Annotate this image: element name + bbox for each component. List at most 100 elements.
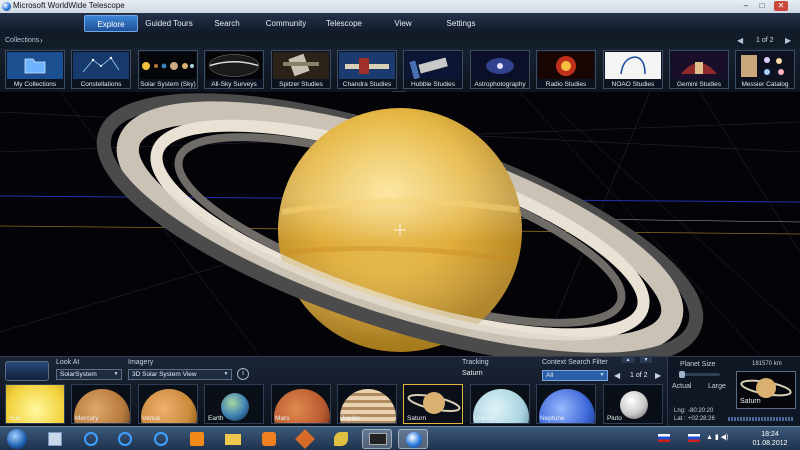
collection-solar-system[interactable]: Solar System (Sky) [138,50,198,89]
all-sky-icon [206,52,262,79]
collection-label: Constellations [80,81,122,88]
planets-prev-button[interactable]: ◀ [614,371,620,380]
collection-label: Hubble Studies [410,81,456,88]
expand-up-icon[interactable]: ▲ [622,357,634,363]
asrock-icon[interactable] [362,429,392,449]
media-player-icon[interactable] [254,429,284,449]
tab-view[interactable]: View [384,15,422,32]
collection-chandra-studies[interactable]: Chandra Studies [337,50,397,89]
tool-icon[interactable] [290,429,320,449]
context-window-toggle-button[interactable] [5,361,49,381]
collection-hubble-studies[interactable]: Hubble Studies [403,50,463,89]
wwt-icon[interactable] [398,429,428,449]
paint-icon[interactable] [326,429,356,449]
lng-value: -80:20:20 [688,408,714,414]
earth-icon [221,393,249,421]
collection-constellations[interactable]: Constellations [71,50,131,89]
planet-venus[interactable]: Venus [138,384,198,424]
tab-telescope[interactable]: Telescope [318,15,370,32]
planet-mercury[interactable]: Mercury [71,384,131,424]
planet-label: Sun [9,415,21,422]
lat-label: Lat : [674,416,686,422]
planet-label: Mercury [75,415,99,422]
ie-icon[interactable] [146,429,176,449]
lat-value: +02:28:26 [688,416,715,422]
language-flag-icon[interactable] [658,434,670,442]
planet-label: Mars [275,415,290,422]
tab-community[interactable]: Community [262,15,310,32]
collection-label: NOAO Studies [611,81,655,88]
large-label: Large [708,383,726,390]
tab-guided-tours[interactable]: Guided Tours [140,15,198,32]
chevron-down-icon: ▼ [599,372,605,378]
astrophotography-icon [472,52,528,79]
radio-icon [538,52,594,79]
collections-bar: Collections › ◀ 1 of 2 ▶ [0,34,800,48]
info-icon[interactable]: i [237,368,249,380]
tracking-value: Saturn [462,370,483,377]
collection-label: All-Sky Surveys [211,81,257,88]
lng-label: Lng: [674,408,686,414]
imagery-dropdown[interactable]: 3D Solar System View ▼ [128,369,232,380]
collection-radio-studies[interactable]: Radio Studies [536,50,596,89]
collection-label: Gemini Studies [676,81,722,88]
planet-saturn[interactable]: Saturn [403,384,463,424]
spitzer-icon [273,52,329,79]
planet-info-panel: Planet Size 181570 km Actual Large Lng: … [667,357,800,426]
odnoklassniki-icon[interactable] [182,429,212,449]
planet-size-label: Planet Size [680,361,716,368]
tab-search[interactable]: Search [204,15,250,32]
planet-sun[interactable]: Sun [5,384,65,424]
maximize-button[interactable]: □ [756,1,768,11]
collections-prev-button[interactable]: ◀ [737,36,743,45]
tray-icons[interactable]: ▲ ▮ ◀) [706,433,728,441]
planet-earth[interactable]: Earth [204,384,264,424]
planet-jupiter[interactable]: Jupiter [337,384,397,424]
collection-label: My Collections [13,81,57,88]
actual-label: Actual [672,383,692,390]
tab-settings[interactable]: Settings [438,15,484,32]
clock[interactable]: 18:24 01.08.2012 [744,430,796,448]
planet-size-slider[interactable] [679,371,720,378]
planets-next-button[interactable]: ▶ [655,371,661,380]
sky-view[interactable] [0,92,800,356]
look-at-label: Look At [56,359,80,366]
tracking-label: Tracking [462,359,489,366]
planet-label: Neptune [540,415,565,422]
slider-thumb[interactable] [679,371,685,378]
planet-pluto[interactable]: Pluto [603,384,663,424]
tab-explore[interactable]: Explore [84,15,138,32]
explorer-icon[interactable] [40,429,70,449]
collection-my-collections[interactable]: My Collections [5,50,65,89]
noao-icon [605,52,661,79]
planet-mars[interactable]: Mars [271,384,331,424]
preview-label: Saturn [740,398,761,405]
planet-neptune[interactable]: Neptune [536,384,596,424]
folder-icon[interactable] [218,429,248,449]
pluto-icon [620,391,648,419]
collection-messier-catalog[interactable]: Messier Catalog [735,50,795,89]
collection-astrophotography[interactable]: Astrophotography [470,50,530,89]
planets-page-indicator: 1 of 2 [630,372,648,379]
collection-all-sky-surveys[interactable]: All-Sky Surveys [204,50,264,89]
collection-noao-studies[interactable]: NOAO Studies [603,50,663,89]
close-button[interactable]: ✕ [774,1,788,11]
collection-label: Astrophotography [474,81,526,88]
collections-chevron-icon[interactable]: › [40,36,43,45]
look-at-dropdown[interactable]: SolarSystem ▼ [56,369,122,380]
planet-uranus[interactable]: Uranus [470,384,530,424]
expand-down-icon[interactable]: ▼ [640,357,652,363]
minimize-button[interactable]: – [740,1,752,11]
start-button[interactable] [2,429,32,449]
context-filter-dropdown[interactable]: All ▼ [542,370,608,381]
collections-next-button[interactable]: ▶ [785,36,791,45]
collections-label[interactable]: Collections [5,37,39,44]
collections-page-indicator: 1 of 2 [756,37,774,44]
ie-icon[interactable] [110,429,140,449]
collection-label: Chandra Studies [342,81,392,88]
app-icon [2,2,11,11]
ie-icon[interactable] [76,429,106,449]
collection-spitzer-studies[interactable]: Spitzer Studies [271,50,331,89]
collection-gemini-studies[interactable]: Gemini Studies [669,50,729,89]
collection-label: Radio Studies [545,81,587,88]
